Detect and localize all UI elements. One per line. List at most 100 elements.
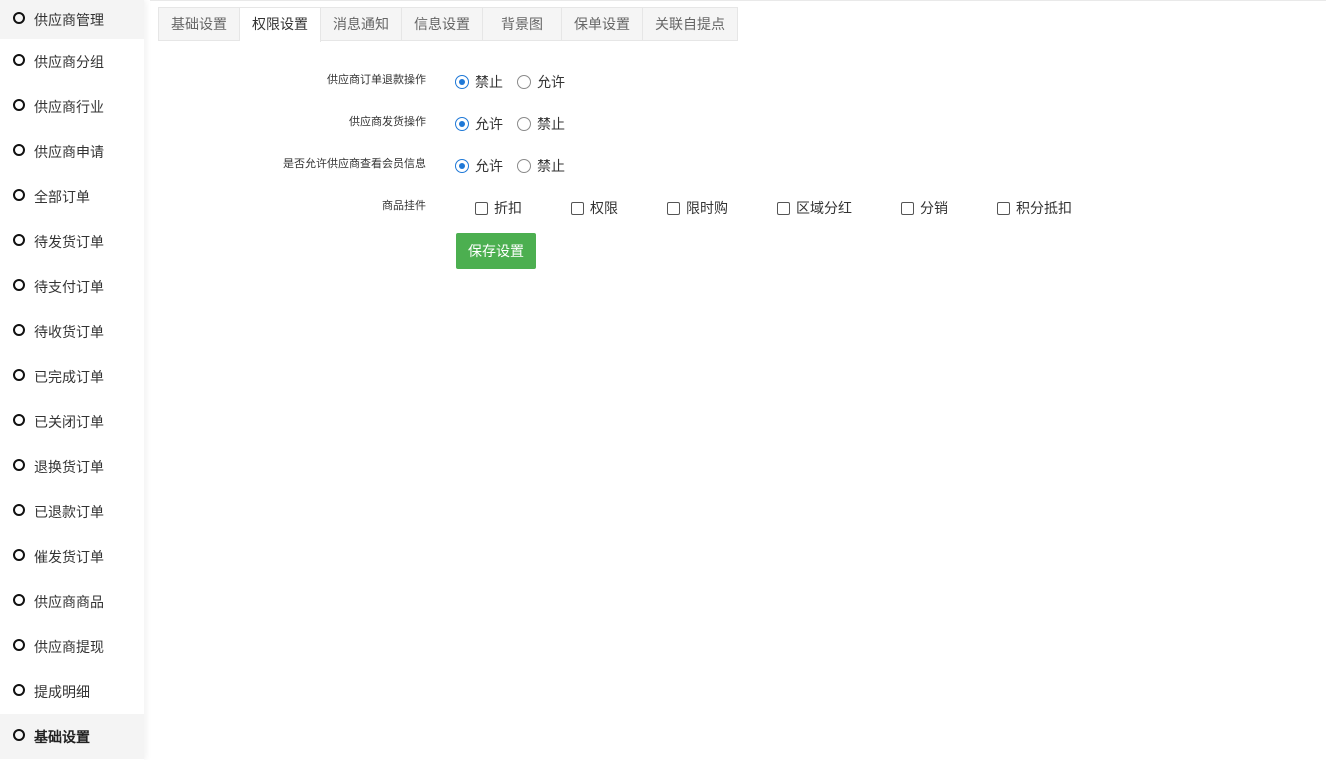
form-row-member-info: 是否允许供应商查看会员信息 允许 禁止 xyxy=(158,154,1158,178)
circle-icon xyxy=(13,233,25,246)
radio-dot xyxy=(455,159,469,173)
radio-label: 禁止 xyxy=(537,116,565,132)
radio-member-allow[interactable]: 允许 xyxy=(455,156,503,176)
radio-dot xyxy=(517,159,531,173)
tab-info-settings[interactable]: 信息设置 xyxy=(402,8,483,40)
circle-icon xyxy=(13,323,25,336)
sidebar-item-commission-details[interactable]: 提成明细 xyxy=(0,669,144,714)
sidebar-item-label: 全部订单 xyxy=(34,188,90,205)
sidebar-item-label: 供应商商品 xyxy=(34,593,104,610)
checkbox-box xyxy=(997,201,1010,215)
radio-member-forbid[interactable]: 禁止 xyxy=(517,156,565,176)
save-settings-button[interactable]: 保存设置 xyxy=(456,233,536,269)
checkbox-discount[interactable]: 折扣 xyxy=(475,198,571,218)
sidebar-item-supplier-group[interactable]: 供应商分组 xyxy=(0,39,144,84)
sidebar-item-label: 催发货订单 xyxy=(34,548,104,565)
circle-icon xyxy=(13,413,25,426)
checkbox-group-plugins: 折扣 权限 限时购 区域分红 分销 积分抵扣 xyxy=(475,196,1097,220)
form-label: 是否允许供应商查看会员信息 xyxy=(283,158,426,170)
sidebar-item-urge-shipment[interactable]: 催发货订单 xyxy=(0,534,144,579)
circle-icon xyxy=(13,728,25,741)
checkbox-flash-sale[interactable]: 限时购 xyxy=(667,198,777,218)
sidebar-item-refunded-orders[interactable]: 已退款订单 xyxy=(0,489,144,534)
checkbox-label: 分销 xyxy=(920,200,948,216)
form-label: 供应商发货操作 xyxy=(349,116,426,128)
radio-ship-allow[interactable]: 允许 xyxy=(455,114,503,134)
sidebar-item-return-orders[interactable]: 退换货订单 xyxy=(0,444,144,489)
sidebar-item-label: 供应商管理 xyxy=(34,11,104,28)
sidebar-item-supplier-withdrawal[interactable]: 供应商提现 xyxy=(0,624,144,669)
radio-dot xyxy=(517,117,531,131)
circle-icon xyxy=(13,143,25,156)
radio-label: 禁止 xyxy=(475,74,503,90)
sidebar-item-basic-settings[interactable]: 基础设置 xyxy=(0,714,144,759)
circle-icon xyxy=(13,638,25,651)
circle-icon xyxy=(13,683,25,696)
form-row-plugins: 商品挂件 折扣 权限 限时购 区域分红 分销 积分抵扣 xyxy=(158,196,1158,220)
radio-label: 允许 xyxy=(475,158,503,174)
tab-policy-settings[interactable]: 保单设置 xyxy=(562,8,643,40)
circle-icon xyxy=(13,188,25,201)
sidebar-item-label: 基础设置 xyxy=(34,728,90,745)
checkbox-label: 折扣 xyxy=(494,200,522,216)
sidebar-item-supplier-products[interactable]: 供应商商品 xyxy=(0,579,144,624)
radio-group-ship: 允许 禁止 xyxy=(455,112,579,136)
sidebar-item-label: 供应商申请 xyxy=(34,143,104,160)
radio-group-member: 允许 禁止 xyxy=(455,154,579,178)
circle-icon xyxy=(13,98,25,111)
checkbox-box xyxy=(777,201,790,215)
form-row-refund: 供应商订单退款操作 禁止 允许 xyxy=(158,70,1158,94)
tab-message-notification[interactable]: 消息通知 xyxy=(321,8,402,40)
sidebar-item-supplier-application[interactable]: 供应商申请 xyxy=(0,129,144,174)
circle-icon xyxy=(13,278,25,291)
checkbox-box xyxy=(667,201,680,215)
sidebar: 供应商管理 供应商分组 供应商行业 供应商申请 全部订单 待发货订单 待支付订单… xyxy=(0,0,144,760)
radio-ship-forbid[interactable]: 禁止 xyxy=(517,114,565,134)
checkbox-box xyxy=(571,201,584,215)
radio-label: 禁止 xyxy=(537,158,565,174)
sidebar-item-pending-payment[interactable]: 待支付订单 xyxy=(0,264,144,309)
sidebar-item-label: 供应商行业 xyxy=(34,98,104,115)
tab-permission-settings[interactable]: 权限设置 xyxy=(240,8,321,42)
circle-icon xyxy=(13,548,25,561)
form-row-ship: 供应商发货操作 允许 禁止 xyxy=(158,112,1158,136)
tab-background-image[interactable]: 背景图 xyxy=(483,8,562,40)
sidebar-item-closed-orders[interactable]: 已关闭订单 xyxy=(0,399,144,444)
sidebar-item-label: 待收货订单 xyxy=(34,323,104,340)
circle-icon xyxy=(13,368,25,381)
checkbox-label: 权限 xyxy=(590,200,618,216)
sidebar-item-completed-orders[interactable]: 已完成订单 xyxy=(0,354,144,399)
sidebar-item-supplier-management[interactable]: 供应商管理 xyxy=(0,0,144,39)
tab-basic-settings[interactable]: 基础设置 xyxy=(159,8,240,40)
sidebar-item-label: 供应商提现 xyxy=(34,638,104,655)
radio-label: 允许 xyxy=(537,74,565,90)
checkbox-regional-dividend[interactable]: 区域分红 xyxy=(777,198,901,218)
circle-icon xyxy=(13,593,25,606)
sidebar-item-label: 待发货订单 xyxy=(34,233,104,250)
radio-refund-forbid[interactable]: 禁止 xyxy=(455,72,503,92)
checkbox-label: 限时购 xyxy=(686,200,728,216)
sidebar-item-pending-shipment[interactable]: 待发货订单 xyxy=(0,219,144,264)
sidebar-item-label: 供应商分组 xyxy=(34,53,104,70)
radio-label: 允许 xyxy=(475,116,503,132)
radio-dot xyxy=(517,75,531,89)
radio-dot xyxy=(455,75,469,89)
sidebar-item-label: 提成明细 xyxy=(34,683,90,700)
top-divider xyxy=(150,0,1326,1)
checkbox-permission[interactable]: 权限 xyxy=(571,198,667,218)
checkbox-points-deduction[interactable]: 积分抵扣 xyxy=(997,198,1097,218)
tab-pickup-points[interactable]: 关联自提点 xyxy=(643,8,737,40)
circle-icon xyxy=(13,11,25,24)
checkbox-label: 积分抵扣 xyxy=(1016,200,1072,216)
form-label: 供应商订单退款操作 xyxy=(327,74,426,86)
circle-icon xyxy=(13,503,25,516)
radio-refund-allow[interactable]: 允许 xyxy=(517,72,565,92)
radio-group-refund: 禁止 允许 xyxy=(455,70,579,94)
checkbox-distribution[interactable]: 分销 xyxy=(901,198,997,218)
sidebar-item-label: 已关闭订单 xyxy=(34,413,104,430)
checkbox-box xyxy=(475,201,488,215)
sidebar-item-all-orders[interactable]: 全部订单 xyxy=(0,174,144,219)
sidebar-item-label: 退换货订单 xyxy=(34,458,104,475)
sidebar-item-pending-receipt[interactable]: 待收货订单 xyxy=(0,309,144,354)
sidebar-item-supplier-industry[interactable]: 供应商行业 xyxy=(0,84,144,129)
